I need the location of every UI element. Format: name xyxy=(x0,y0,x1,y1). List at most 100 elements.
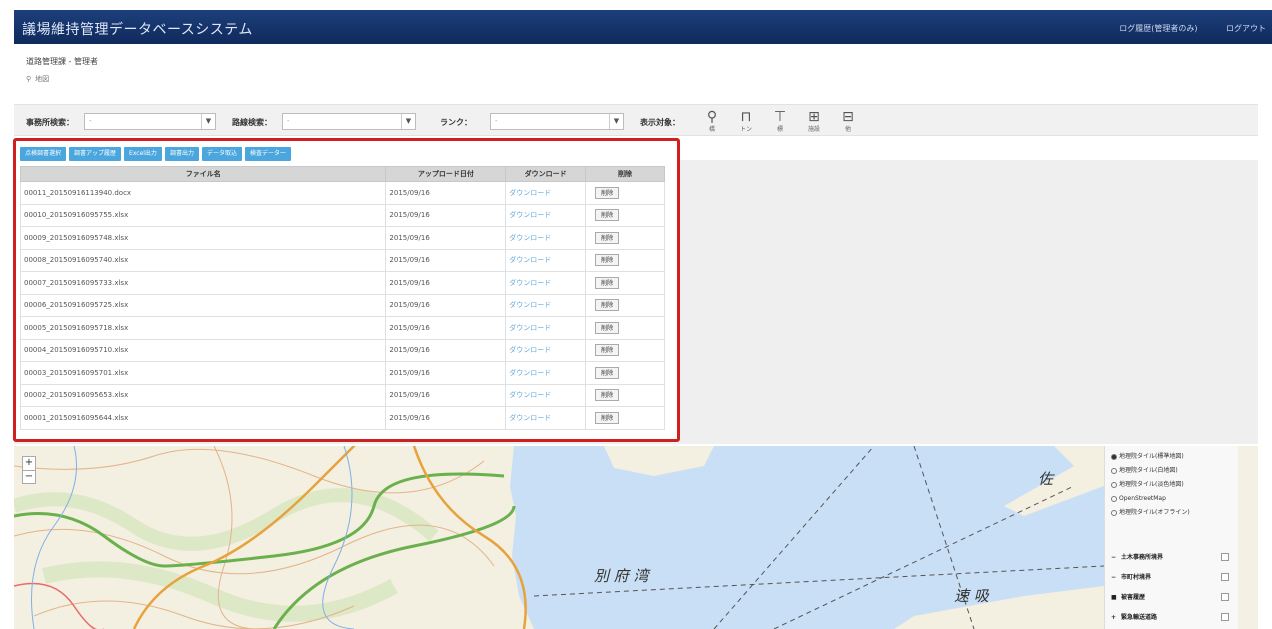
download-link[interactable]: ダウンロード xyxy=(505,338,587,362)
checkbox[interactable] xyxy=(1221,553,1229,561)
delete-button[interactable]: 削除 xyxy=(595,186,620,199)
map-label-sa: 佐 xyxy=(1038,470,1055,488)
base-layer-standard[interactable]: 地理院タイル(標準地図) xyxy=(1105,450,1238,464)
column-header-filename: ファイル名 xyxy=(19,166,387,182)
delete-button[interactable]: 削除 xyxy=(595,321,620,334)
upload-date-cell: 2015/09/16 xyxy=(385,316,507,340)
facility-icon[interactable]: ⊞ 施設 xyxy=(802,109,826,133)
file-name-cell: 00010_20150916095755.xlsx xyxy=(19,203,387,227)
toolbar-button-inspection-data[interactable]: 検査データ一 xyxy=(244,147,291,161)
breadcrumb-sub[interactable]: ⚲ 地図 xyxy=(26,74,49,84)
delete-button[interactable]: 削除 xyxy=(595,389,620,402)
column-header-date: アップロード日付 xyxy=(385,166,507,182)
download-link[interactable]: ダウンロード xyxy=(505,406,587,430)
download-link[interactable]: ダウンロード xyxy=(505,293,587,317)
toolbar-button-upload-history[interactable]: 調書アップ履歴 xyxy=(69,147,122,161)
delete-button[interactable]: 削除 xyxy=(595,254,620,267)
log-history-link[interactable]: ログ履歴(管理者のみ) xyxy=(1119,24,1197,33)
upload-date-cell: 2015/09/16 xyxy=(385,181,507,205)
table-row: 00008_20150916095740.xlsx 2015/09/16 ダウンロー… xyxy=(19,248,665,272)
overlay-municipal-boundary[interactable]: − 市町村境界 xyxy=(1111,570,1229,585)
delete-button[interactable]: 削除 xyxy=(595,411,620,424)
delete-button[interactable]: 削除 xyxy=(595,366,620,379)
delete-button[interactable]: 削除 xyxy=(595,344,620,357)
checkbox[interactable] xyxy=(1221,613,1229,621)
tunnel-icon[interactable]: ⊓ トン xyxy=(734,109,758,133)
toolbar-button-excel-export[interactable]: Excel出力 xyxy=(124,147,162,161)
app-title: 議場維持管理データベースシステム xyxy=(22,22,253,38)
sign-icon[interactable]: ⊤ 標 xyxy=(768,109,792,133)
breadcrumb-sub-label: 地図 xyxy=(35,75,50,83)
road-search-select[interactable]: - ▼ xyxy=(282,113,416,130)
legend-square-icon: ■ xyxy=(1111,594,1117,601)
overlay-office-boundary[interactable]: − 土木事務所境界 xyxy=(1111,550,1229,565)
road-search-label: 路線検索： xyxy=(232,118,272,127)
download-link[interactable]: ダウンロード xyxy=(505,361,587,385)
delete-button[interactable]: 削除 xyxy=(595,276,620,289)
chevron-down-icon: ▼ xyxy=(401,114,415,129)
file-name-cell: 00003_20150916095701.xlsx xyxy=(19,361,387,385)
toolbar-button-report-export[interactable]: 調書出力 xyxy=(164,147,199,161)
base-layer-offline[interactable]: 地理院タイル(オフライン) xyxy=(1105,506,1238,520)
radio-icon xyxy=(1111,495,1117,502)
overlay-label: 土木事務所境界 xyxy=(1121,554,1164,561)
zoom-in-button[interactable]: + xyxy=(23,457,35,470)
delete-button[interactable]: 削除 xyxy=(595,209,620,222)
file-name-cell: 00005_20150916095718.xlsx xyxy=(19,316,387,340)
delete-cell: 削除 xyxy=(585,203,665,227)
base-layer-white[interactable]: 地理院タイル(白地図) xyxy=(1105,464,1238,478)
delete-button[interactable]: 削除 xyxy=(595,299,620,312)
checkbox[interactable] xyxy=(1221,593,1229,601)
file-name-cell: 00011_20150916113940.docx xyxy=(19,181,387,205)
download-link[interactable]: ダウンロード xyxy=(505,383,587,407)
file-name-cell: 00009_20150916095748.xlsx xyxy=(19,226,387,250)
upload-date-cell: 2015/09/16 xyxy=(385,226,507,250)
map[interactable]: 別 府 湾 速 吸 佐 + − 地理院タイル(標準地図) 地理院タイル(白地図)… xyxy=(14,446,1258,629)
header-links: ログ履歴(管理者のみ) ログアウト xyxy=(1093,23,1266,34)
radio-icon xyxy=(1111,481,1117,488)
table-row: 00011_20150916113940.docx 2015/09/16 ダウンロー… xyxy=(19,181,665,205)
rank-select[interactable]: - ▼ xyxy=(490,113,624,130)
download-link[interactable]: ダウンロード xyxy=(505,271,587,295)
checkbox[interactable] xyxy=(1221,573,1229,581)
download-link[interactable]: ダウンロード xyxy=(505,248,587,272)
download-link[interactable]: ダウンロード xyxy=(505,181,587,205)
bridge-icon[interactable]: ⚲ 橋 xyxy=(700,109,724,133)
base-layer-label: 地理院タイル(オフライン) xyxy=(1119,509,1190,516)
table-row: 00003_20150916095701.xlsx 2015/09/16 ダウンロー… xyxy=(19,361,665,385)
base-layer-pale[interactable]: 地理院タイル(淡色地図) xyxy=(1105,478,1238,492)
delete-cell: 削除 xyxy=(585,181,665,205)
download-link[interactable]: ダウンロード xyxy=(505,316,587,340)
delete-cell: 削除 xyxy=(585,383,665,407)
base-layer-osm[interactable]: OpenStreetMap xyxy=(1105,492,1238,506)
table-header-row: ファイル名 アップロード日付 ダウンロード 削除 xyxy=(19,166,665,182)
map-canvas[interactable]: 別 府 湾 速 吸 佐 xyxy=(14,446,1104,629)
layer-panel: 地理院タイル(標準地図) 地理院タイル(白地図) 地理院タイル(淡色地図) Op… xyxy=(1104,446,1238,629)
toolbar-button-data-import[interactable]: データ取込 xyxy=(201,147,242,161)
file-name-cell: 00006_20150916095725.xlsx xyxy=(19,293,387,317)
download-link[interactable]: ダウンロード xyxy=(505,203,587,227)
toolbar: 点検調書選択 調書アップ履歴 Excel出力 調書出力 データ取込 検査データ一 xyxy=(20,147,294,161)
file-name-cell: 00002_20150916095653.xlsx xyxy=(19,383,387,407)
upload-date-cell: 2015/09/16 xyxy=(385,361,507,385)
radio-icon xyxy=(1111,509,1117,516)
file-list-panel: 点検調書選択 調書アップ履歴 Excel出力 調書出力 データ取込 検査データ一 ファイル… xyxy=(13,138,680,442)
other-icon[interactable]: ⊟ 他 xyxy=(836,109,860,133)
delete-button[interactable]: 削除 xyxy=(595,231,620,244)
table-row: 00010_20150916095755.xlsx 2015/09/16 ダウンロー… xyxy=(19,203,665,227)
file-name-cell: 00008_20150916095740.xlsx xyxy=(19,248,387,272)
office-search-select[interactable]: - ▼ xyxy=(84,113,216,130)
display-target-label: 表示対象： xyxy=(640,118,680,127)
zoom-out-button[interactable]: − xyxy=(23,470,35,483)
map-pin-icon: ⚲ xyxy=(26,75,32,83)
toolbar-button-inspection-select[interactable]: 点検調書選択 xyxy=(20,147,67,161)
overlay-damage-history[interactable]: ■ 被害履歴 xyxy=(1111,590,1229,605)
file-name-cell: 00004_20150916095710.xlsx xyxy=(19,338,387,362)
overlay-label: 緊急輸送道路 xyxy=(1121,614,1158,621)
upload-date-cell: 2015/09/16 xyxy=(385,203,507,227)
logout-link[interactable]: ログアウト xyxy=(1226,24,1266,33)
overlay-emergency-road[interactable]: + 緊急輸送道路 xyxy=(1111,610,1229,625)
delete-cell: 削除 xyxy=(585,406,665,430)
chevron-down-icon: ▼ xyxy=(201,114,215,129)
download-link[interactable]: ダウンロード xyxy=(505,226,587,250)
